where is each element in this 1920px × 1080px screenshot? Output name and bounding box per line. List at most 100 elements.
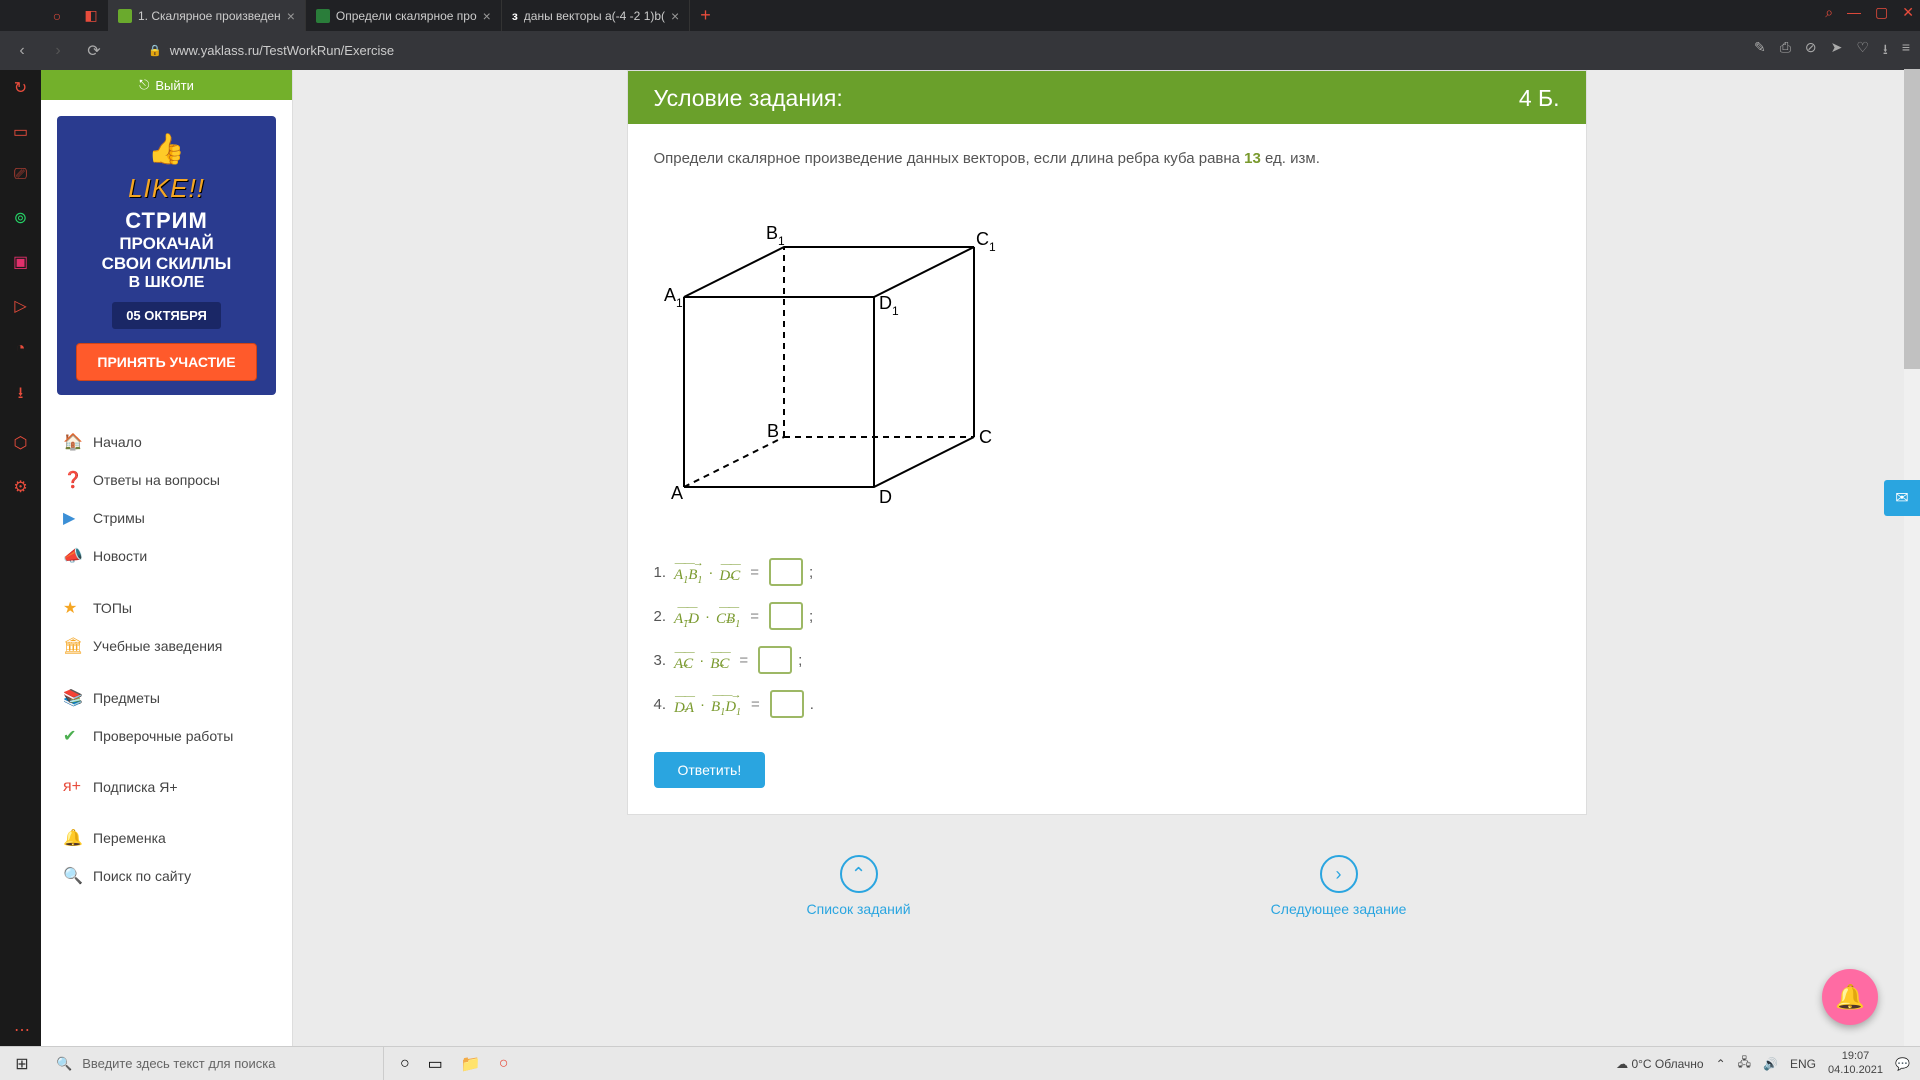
twitch-icon[interactable]: ⎚ (14, 166, 27, 184)
content-area: Условие задания: 4 Б. Определи скалярное… (293, 70, 1920, 1046)
lock-icon: 🔒 (148, 44, 162, 57)
instagram-icon[interactable]: ▣ (13, 252, 28, 272)
menu-label: Поиск по сайту (93, 868, 191, 884)
opera-tb-icon[interactable]: ○ (499, 1055, 509, 1073)
url-field[interactable]: 🔒 www.yaklass.ru/TestWorkRun/Exercise (118, 43, 1910, 58)
tab-1[interactable]: 1. Скалярное произведен × (108, 0, 306, 31)
cube-icon[interactable]: ⬡ (14, 433, 28, 453)
tab-3[interactable]: з даны векторы a(-4 -2 1)b( × (502, 0, 690, 31)
browser-tabbar: ○ ◧ 1. Скалярное произведен × Определи с… (0, 0, 1920, 31)
sidebar-item[interactable]: 🔍Поиск по сайту (41, 857, 292, 895)
sidebar-item[interactable]: 📣Новости (41, 537, 292, 575)
yaklass-sidebar: ⎋ Выйти 👍 LIKE!! СТРИМ ПРОКАЧАЙ СВОИ СКИ… (41, 70, 293, 1046)
back-button[interactable]: ‹ (10, 42, 34, 60)
heart-icon[interactable]: ♡ (1856, 39, 1869, 63)
sidebar-item[interactable]: ▶Стримы (41, 499, 292, 537)
ad-cta-button[interactable]: ПРИНЯТЬ УЧАСТИЕ (76, 343, 256, 381)
send-icon[interactable]: ➤ (1831, 39, 1843, 63)
answer-input[interactable] (769, 558, 803, 586)
menu-icon: 🏠 (63, 432, 81, 452)
svg-text:A: A (671, 483, 683, 503)
tab-2[interactable]: Определи скалярное про × (306, 0, 502, 31)
tail: ; (809, 564, 813, 581)
task-card: Условие задания: 4 Б. Определи скалярное… (627, 70, 1587, 815)
whatsapp-icon[interactable]: ⊚ (14, 208, 27, 228)
sidebar-item[interactable]: 📚Предметы (41, 679, 292, 717)
close-icon[interactable]: × (671, 8, 679, 24)
action-center-icon[interactable]: 💬 (1895, 1057, 1910, 1071)
lang-indicator[interactable]: ENG (1790, 1057, 1816, 1071)
question-index: 3. (654, 652, 667, 669)
task-header-label: Условие задания: (654, 85, 843, 112)
volume-icon[interactable]: 🔊 (1763, 1057, 1778, 1071)
notifications-fab[interactable]: 🔔 (1822, 969, 1878, 1025)
svg-text:B: B (767, 421, 779, 441)
forward-button[interactable]: › (46, 42, 70, 60)
network-icon[interactable]: 🖧 (1738, 1053, 1751, 1074)
opera-icon[interactable]: ○ (46, 5, 68, 27)
sidebar-item[interactable]: я+Подписка Я+ (41, 769, 292, 805)
tray-chevron-icon[interactable]: ⌃ (1716, 1057, 1726, 1071)
menu-icon: ▶ (63, 508, 81, 528)
question-index: 2. (654, 608, 667, 625)
tail: . (810, 696, 814, 713)
minimize-icon[interactable]: — (1847, 4, 1861, 21)
tab-label: 1. Скалярное произведен (138, 9, 281, 23)
vector-1: ——→AC (674, 648, 693, 673)
thumbs-icon: 👍 (67, 132, 266, 167)
dl-icon[interactable]: ⭳ (18, 382, 24, 409)
close-icon[interactable]: × (287, 8, 295, 24)
weather-widget[interactable]: ☁ 0°C Облачно (1616, 1057, 1703, 1071)
next-task-button[interactable]: › Следующее задание (1271, 855, 1407, 917)
stream-ad[interactable]: 👍 LIKE!! СТРИМ ПРОКАЧАЙ СВОИ СКИЛЛЫ В ШК… (57, 116, 276, 395)
taskview-icon[interactable]: ▭ (428, 1054, 443, 1074)
question-index: 1. (654, 564, 667, 581)
question-index: 4. (654, 696, 667, 713)
sidebar-item[interactable]: ★ТОПы (41, 589, 292, 627)
start-button[interactable]: ⊞ (0, 1054, 44, 1074)
clock[interactable]: 19:07 04.10.2021 (1828, 1050, 1883, 1076)
menu-icon: 🔔 (63, 828, 81, 848)
cortana-icon[interactable]: ○ (400, 1055, 410, 1073)
gear-icon[interactable]: ⚙ (13, 477, 27, 497)
menu-icon[interactable]: ≡ (1902, 39, 1910, 63)
close-window-icon[interactable]: ✕ (1902, 4, 1914, 21)
sidebar-item[interactable]: 🔔Переменка (41, 819, 292, 857)
question-row: 1. ——→A1B1 · ——→DC = ; (654, 558, 1560, 586)
maximize-icon[interactable]: ▢ (1875, 4, 1888, 21)
svg-text:D1: D1 (879, 293, 899, 318)
sidebar-item[interactable]: 🏛Учебные заведения (41, 627, 292, 665)
workspace-icon[interactable]: ◧ (80, 5, 102, 27)
play-icon[interactable]: ▷ (14, 296, 26, 316)
clock-icon[interactable]: ◔ (16, 340, 26, 358)
sidebar-item[interactable]: 🏠 Начало (41, 423, 292, 461)
new-tab-button[interactable]: + (690, 5, 721, 26)
snapshot-icon[interactable]: ⎙ (1780, 39, 1791, 63)
download-icon[interactable]: ⭳ (1883, 39, 1888, 63)
answer-button[interactable]: Ответить! (654, 752, 766, 788)
sidebar-item[interactable]: ❓Ответы на вопросы (41, 461, 292, 499)
task-points: 4 Б. (1519, 85, 1560, 112)
vector-1: ——→A1D (674, 603, 699, 630)
edit-icon[interactable]: ✎ (1754, 39, 1766, 63)
mail-fab[interactable]: ✉ (1884, 480, 1920, 516)
answer-input[interactable] (770, 690, 804, 718)
scrollbar[interactable] (1904, 69, 1920, 1046)
more-icon[interactable]: ⋯ (14, 1020, 30, 1040)
answer-input[interactable] (758, 646, 792, 674)
history-icon[interactable]: ↻ (14, 78, 27, 98)
taskbar-search[interactable]: 🔍 Введите здесь текст для поиска (44, 1047, 384, 1080)
menu-label: Начало (93, 434, 142, 450)
block-icon[interactable]: ⊘ (1805, 39, 1817, 63)
task-list-button[interactable]: ⌃ Список заданий (807, 855, 911, 917)
menu-label: Ответы на вопросы (93, 472, 220, 488)
search-icon[interactable]: ⌕ (1825, 4, 1833, 21)
exit-button[interactable]: ⎋ Выйти (41, 70, 292, 100)
bookmark-icon[interactable]: ▭ (13, 122, 28, 142)
sidebar-item[interactable]: ✔Проверочные работы (41, 717, 292, 755)
ad-line2: ПРОКАЧАЙ (67, 234, 266, 254)
explorer-icon[interactable]: 📁 (461, 1054, 481, 1074)
answer-input[interactable] (769, 602, 803, 630)
reload-button[interactable]: ⟳ (82, 41, 106, 61)
close-icon[interactable]: × (483, 8, 491, 24)
